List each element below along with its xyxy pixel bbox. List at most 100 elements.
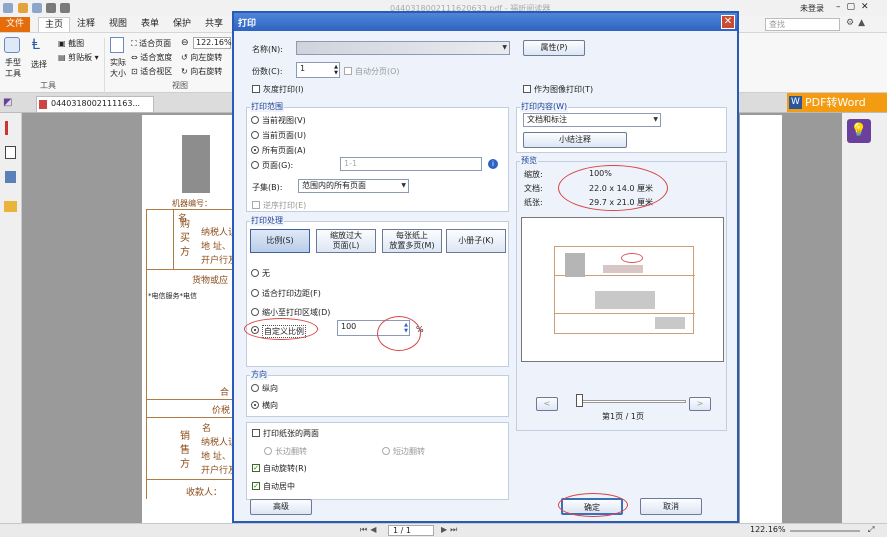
tab-protect[interactable]: 保护	[168, 17, 196, 32]
clipboard-button[interactable]: ▤ 剪贴板 ▾	[58, 52, 99, 63]
fit-page-button[interactable]: ⛶ 适合页面	[131, 38, 171, 49]
rotate-left-button[interactable]: ↺ 向左旋转	[181, 52, 222, 63]
booklet-button[interactable]: 小册子(K)	[446, 229, 506, 253]
cancel-button[interactable]: 取消	[640, 498, 702, 515]
tab-form[interactable]: 表单	[136, 17, 164, 32]
actual-size-button[interactable]: 实际大小	[108, 57, 128, 79]
comments-icon[interactable]	[4, 201, 17, 212]
tab-view[interactable]: 视图	[104, 17, 132, 32]
current-page-radio[interactable]	[251, 131, 259, 139]
open-icon[interactable]	[18, 3, 28, 13]
search-input[interactable]: 查找	[765, 18, 840, 31]
copies-input[interactable]: 1 ▲ ▼	[296, 62, 340, 78]
print-handling-legend: 打印处理	[250, 215, 284, 226]
hand-icon[interactable]	[4, 37, 20, 53]
both-sides-checkbox[interactable]	[252, 429, 260, 437]
panel-icon[interactable]: ◩	[3, 97, 12, 108]
close-icon[interactable]: ✕	[721, 15, 735, 29]
window-controls[interactable]: –▢✕	[836, 2, 875, 12]
select-icon[interactable]: Ⱡ	[32, 37, 40, 53]
pdf-page-right	[740, 115, 782, 523]
payee-label: 收款人：	[186, 488, 223, 498]
buyer-vertical-label: 购 买 方	[180, 219, 190, 258]
actual-size-icon[interactable]	[110, 37, 124, 53]
current-view-radio[interactable]	[251, 116, 259, 124]
tab-file[interactable]: 文件	[0, 17, 30, 32]
scale-button[interactable]: 比例(S)	[250, 229, 310, 253]
zoom-out-icon[interactable]: ⊖	[181, 38, 189, 48]
hand-tool-button[interactable]: 手型工具	[3, 57, 23, 79]
tab-comment[interactable]: 注释	[72, 17, 100, 32]
lightbulb-icon[interactable]: 💡	[847, 119, 871, 143]
properties-button[interactable]: 属性(P)	[523, 40, 585, 56]
pdf-to-word-button[interactable]: W PDF转Word	[787, 93, 887, 112]
shrink-radio[interactable]	[251, 308, 259, 316]
grayscale-checkbox[interactable]	[252, 85, 260, 93]
table-line	[146, 209, 245, 210]
prev-page-button[interactable]: <	[536, 397, 558, 411]
save-icon[interactable]	[32, 3, 42, 13]
preview-legend: 预览	[520, 155, 538, 166]
seller-name-label: 名	[202, 424, 212, 434]
status-zoom[interactable]: 122.16%	[750, 525, 786, 534]
auto-rotate-checkbox[interactable]: ✓	[252, 464, 260, 472]
collate-checkbox[interactable]	[344, 67, 352, 75]
fit-visible-button[interactable]: ⊡ 适合视区	[131, 66, 172, 77]
print-icon[interactable]	[46, 3, 56, 13]
zoom-slider[interactable]	[790, 530, 860, 532]
multiple-pages-button[interactable]: 每张纸上 放置多页(M)	[382, 229, 442, 253]
scale-none-label: 无	[262, 269, 270, 278]
info-icon[interactable]: i	[488, 159, 498, 169]
next-page-button[interactable]: >	[689, 397, 711, 411]
status-bar: ⏮◀ 1 / 1 ▶⏭ 122.16% ⤢	[0, 523, 887, 537]
page-nav-first-prev[interactable]: ⏮◀	[360, 525, 379, 535]
settings-icon[interactable]: ⚙▲	[846, 18, 869, 28]
fit-large-pages-button[interactable]: 缩放过大 页面(L)	[316, 229, 376, 253]
fullscreen-icon[interactable]: ⤢	[868, 525, 874, 535]
portrait-radio[interactable]	[251, 384, 259, 392]
document-tab[interactable]: 0440318002111163...	[36, 96, 154, 112]
print-as-image-checkbox[interactable]	[523, 85, 531, 93]
select-tool-button[interactable]: 选择	[31, 59, 47, 70]
all-pages-radio[interactable]	[251, 146, 259, 154]
landscape-radio[interactable]	[251, 401, 259, 409]
printer-select[interactable]	[296, 41, 510, 55]
advanced-button[interactable]: 高级	[250, 499, 312, 515]
summarize-comments-button[interactable]: 小结注释	[523, 132, 627, 148]
user-status[interactable]: 未登录	[800, 3, 824, 14]
group-view-label: 视图	[172, 81, 188, 90]
quick-icon[interactable]	[60, 3, 70, 13]
long-edge-radio[interactable]	[264, 447, 272, 455]
subset-select[interactable]: 范围内的所有页面	[298, 179, 409, 193]
scale-none-radio[interactable]	[251, 269, 259, 277]
auto-center-checkbox[interactable]: ✓	[252, 482, 260, 490]
preview-mosaic	[655, 317, 685, 329]
print-preview-area	[521, 217, 724, 362]
tab-home[interactable]: 主页	[38, 17, 70, 32]
tab-share[interactable]: 共享	[200, 17, 228, 32]
preview-doc-label: 文档:	[524, 184, 543, 193]
spin-arrows-icon[interactable]: ▲ ▼	[334, 64, 338, 76]
auto-center-label: 自动居中	[263, 482, 295, 491]
print-content-select[interactable]: 文档和标注	[523, 113, 661, 127]
fit-width-button[interactable]: ⇔ 适合宽度	[131, 52, 172, 63]
rotate-right-button[interactable]: ↻ 向右旋转	[181, 66, 222, 77]
pages-icon[interactable]	[5, 146, 16, 159]
snapshot-button[interactable]: ▣ 截图	[58, 38, 84, 49]
tax-total-label: 价税	[212, 406, 231, 416]
pages-radio[interactable]	[251, 161, 259, 169]
reverse-checkbox[interactable]	[252, 201, 260, 209]
page-input[interactable]: 1 / 1	[388, 525, 434, 536]
preview-slider-track[interactable]	[576, 400, 686, 403]
short-edge-radio[interactable]	[382, 447, 390, 455]
table-line	[173, 209, 174, 269]
page-nav-next-last[interactable]: ▶⏭	[441, 525, 460, 535]
machine-number-label: 机器编号：	[172, 199, 212, 208]
fit-margins-radio[interactable]	[251, 289, 259, 297]
layers-icon[interactable]	[5, 171, 16, 183]
zoom-input[interactable]: 122.16%	[193, 37, 232, 49]
table-line	[146, 209, 147, 499]
pages-input[interactable]: 1-1	[340, 157, 482, 171]
preview-line	[555, 313, 695, 314]
preview-slider-thumb[interactable]	[576, 394, 583, 407]
